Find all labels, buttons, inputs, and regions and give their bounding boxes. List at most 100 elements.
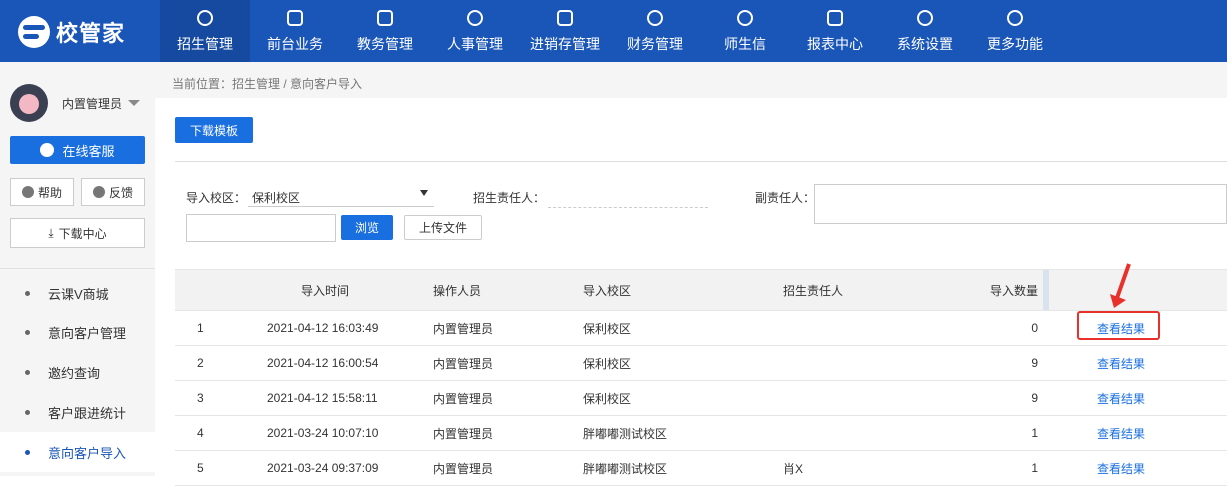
nav-item-academic[interactable]: 教务管理 [340, 0, 430, 62]
nav-item-settings[interactable]: 系统设置 [880, 0, 970, 62]
bullet-icon [25, 409, 30, 415]
campus: 胖嘟嘟测试校区 [583, 426, 668, 441]
import-time: 2021-04-12 15:58:11 [267, 391, 378, 405]
nav-item-label: 报表中心 [807, 36, 863, 52]
sidebar-item-prospect-import[interactable]: 意向客户导入 [0, 432, 155, 472]
owner-input[interactable] [548, 187, 708, 208]
campus-select-value: 保利校区 [252, 191, 301, 205]
nav-item-label: 前台业务 [267, 36, 323, 52]
more-icon [1007, 10, 1023, 26]
campus: 保利校区 [583, 391, 632, 406]
header-count[interactable]: 导入数量 [965, 270, 1038, 310]
import-count: 1 [1031, 461, 1038, 475]
row-index: 3 [197, 391, 204, 405]
app-logo[interactable]: 校管家 [18, 15, 125, 49]
row-index: 2 [197, 356, 204, 370]
app-name: 校管家 [56, 21, 126, 46]
table-row: 5 2021-03-24 09:37:09 内置管理员 胖嘟嘟测试校区 肖X 1… [175, 451, 1227, 486]
user-menu[interactable]: 内置管理员 [10, 84, 141, 122]
nav-item-messages[interactable]: 师生信 [700, 0, 790, 62]
highlight-box [1077, 311, 1160, 340]
sidebar-item-label: 邀约查询 [48, 365, 101, 381]
help-label: 帮助 [37, 185, 62, 200]
deputy-label: 副责任人： [755, 191, 816, 205]
nav-item-label: 教务管理 [357, 36, 413, 52]
monitor-icon [287, 10, 303, 26]
online-service-button[interactable]: 在线客服 [10, 136, 145, 164]
browse-button[interactable]: 浏览 [341, 215, 393, 240]
sidebar: 内置管理员 在线客服 帮助 反馈 ⤓ 下载中心 云课V商城 意向客户管理 邀约查… [0, 62, 155, 476]
view-result-link[interactable]: 查看结果 [1097, 451, 1145, 485]
row-index: 1 [197, 321, 204, 335]
download-center-button[interactable]: ⤓ 下载中心 [10, 218, 145, 248]
bullet-icon [25, 369, 30, 375]
import-time: 2021-04-12 16:03:49 [267, 321, 379, 335]
help-button[interactable]: 帮助 [10, 178, 74, 206]
owner-label: 招生责任人： [473, 191, 546, 205]
user-plus-icon [197, 10, 213, 26]
chevron-down-icon [128, 100, 141, 106]
sidebar-item-label: 客户跟进统计 [48, 405, 127, 421]
online-service-label: 在线客服 [62, 143, 115, 159]
table-row: 1 2021-04-12 16:03:49 内置管理员 保利校区 0 查看结果 [175, 311, 1227, 346]
avatar [10, 84, 48, 122]
nav-item-reports[interactable]: 报表中心 [790, 0, 880, 62]
view-result-link[interactable]: 查看结果 [1097, 416, 1145, 450]
gear-icon [917, 10, 933, 26]
header-campus[interactable]: 导入校区 [583, 270, 631, 310]
feedback-label: 反馈 [108, 185, 133, 200]
view-result-link[interactable]: 查看结果 [1097, 381, 1145, 415]
import-time: 2021-04-12 16:00:54 [267, 356, 379, 370]
download-center-label: 下载中心 [58, 226, 107, 241]
feedback-button[interactable]: 反馈 [81, 178, 145, 206]
sidebar-item-invitations[interactable]: 邀约查询 [0, 352, 155, 392]
header-owner[interactable]: 招生责任人 [783, 270, 843, 310]
header-operator[interactable]: 操作人员 [433, 270, 481, 310]
nav-item-front-desk[interactable]: 前台业务 [250, 0, 340, 62]
download-icon: ⤓ [48, 225, 54, 240]
bullet-icon [25, 449, 30, 455]
table-row: 3 2021-04-12 15:58:11 内置管理员 保利校区 9 查看结果 [175, 381, 1227, 416]
nav-item-more[interactable]: 更多功能 [970, 0, 1060, 62]
nav-item-label: 进销存管理 [530, 36, 600, 52]
owner: 肖X [783, 461, 804, 476]
sidebar-item-mall[interactable]: 云课V商城 [0, 273, 155, 313]
bar-chart-icon [827, 10, 843, 26]
view-result-link[interactable]: 查看结果 [1097, 346, 1145, 380]
sidebar-item-prospects[interactable]: 意向客户管理 [0, 312, 155, 352]
operator: 内置管理员 [433, 321, 494, 336]
import-count: 0 [1031, 321, 1038, 335]
deputy-input[interactable] [814, 184, 1227, 224]
sidebar-item-followup-stats[interactable]: 客户跟进统计 [0, 392, 155, 432]
nav-item-enrollment[interactable]: 招生管理 [160, 0, 250, 62]
bullet-icon [25, 290, 30, 296]
row-index: 5 [197, 461, 204, 475]
import-count: 9 [1031, 356, 1038, 370]
column-resize-handle[interactable] [1043, 270, 1049, 310]
operator: 内置管理员 [433, 356, 494, 371]
table-row: 4 2021-03-24 10:07:10 内置管理员 胖嘟嘟测试校区 1 查看… [175, 416, 1227, 451]
sidebar-item-label: 意向客户管理 [48, 325, 127, 341]
import-time: 2021-03-24 09:37:09 [267, 461, 379, 475]
operator: 内置管理员 [433, 461, 494, 476]
top-nav-bar: 校管家 招生管理 前台业务 教务管理 人事管理 进销存管理 财务管理 师生信 报… [0, 0, 1227, 62]
import-count: 9 [1031, 391, 1038, 405]
nav-item-finance[interactable]: 财务管理 [610, 0, 700, 62]
upload-file-button[interactable]: 上传文件 [404, 215, 482, 240]
campus-select[interactable]: 保利校区 [248, 186, 434, 207]
nav-item-label: 系统设置 [897, 36, 953, 52]
download-template-button[interactable]: 下载模板 [175, 117, 253, 143]
operator: 内置管理员 [433, 391, 494, 406]
row-index: 4 [197, 426, 204, 440]
operator: 内置管理员 [433, 426, 494, 441]
headset-icon [40, 143, 55, 157]
red-arrow-annotation [1110, 263, 1131, 308]
nav-item-label: 师生信 [724, 36, 766, 52]
nav-item-inventory[interactable]: 进销存管理 [520, 0, 610, 62]
nav-item-hr[interactable]: 人事管理 [430, 0, 520, 62]
header-import-time[interactable]: 导入时间 [301, 270, 349, 310]
import-time: 2021-03-24 10:07:10 [267, 426, 379, 440]
file-path-input[interactable] [186, 214, 336, 242]
username: 内置管理员 [62, 96, 123, 111]
yuan-icon [647, 10, 663, 26]
